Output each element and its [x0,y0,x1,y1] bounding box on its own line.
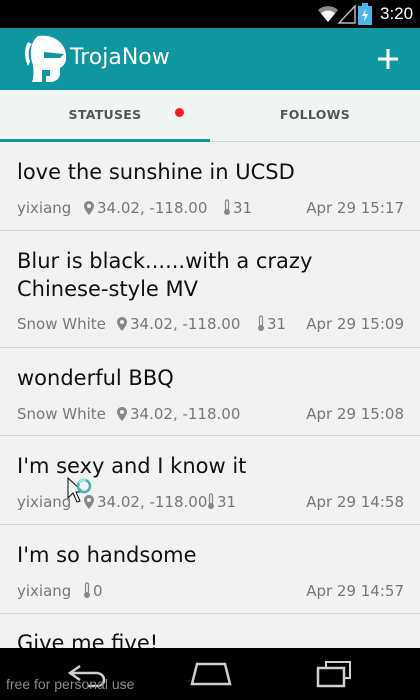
status-item[interactable]: I'm so handsome yixiang 0 Apr 29 14:57 [0,525,420,614]
location-pin-icon [117,407,127,421]
status-meta: Snow White 34.02, -118.00 Apr 29 15:08 [17,405,407,427]
clock: 3:20 [380,4,414,23]
tab-bar: STATUSES FOLLOWS [0,90,420,142]
status-location: 34.02, -118.00 [116,315,240,333]
battery-icon [358,3,372,25]
status-text: love the sunshine in UCSD [17,160,295,184]
status-item[interactable]: Blur is black......with a crazy Chinese-… [0,231,420,348]
status-text: I'm so handsome [17,543,197,567]
plus-icon[interactable] [372,43,404,75]
status-location: 34.02, -118.00 [83,199,207,217]
recent-apps-icon[interactable] [314,660,354,688]
status-item[interactable]: I'm sexy and I know it yixiang 34.02, -1… [0,436,420,525]
status-author: Snow White [17,315,106,333]
status-list[interactable]: love the sunshine in UCSD yixiang 34.02,… [0,142,420,674]
tab-statuses-label: STATUSES [68,107,142,122]
status-author: yixiang [17,199,72,217]
home-icon[interactable] [189,660,233,688]
notification-dot [175,108,184,117]
status-time: Apr 29 14:58 [306,493,404,511]
status-meta: yixiang 0 Apr 29 14:57 [17,582,407,604]
status-bar: 3:20 [0,0,420,28]
status-time: Apr 29 15:17 [306,199,404,217]
status-location: 34.02, -118.00 [116,405,240,423]
status-temperature: 31 [257,315,286,333]
status-meta: yixiang 34.02, -118.00 31 Apr 29 15:17 [17,199,407,221]
thermometer-icon [258,315,264,331]
status-author: Snow White [17,405,106,423]
watermark: free for personal use [6,676,135,692]
status-author: yixiang [17,582,72,600]
location-pin-icon [117,317,127,331]
status-location: 34.02, -118.00 [83,493,207,511]
status-temperature: 31 [207,493,236,511]
status-time: Apr 29 15:09 [306,315,404,333]
thermometer-icon [224,199,230,215]
status-author: yixiang [17,493,72,511]
tab-follows[interactable]: FOLLOWS [210,90,420,142]
signal-icon [338,4,356,24]
status-time: Apr 29 14:57 [306,582,404,600]
tab-statuses[interactable]: STATUSES [0,90,210,142]
status-temperature: 0 [83,582,103,600]
app-title: TrojaNow [70,45,170,70]
location-pin-icon [84,201,94,215]
mouse-cursor-icon [67,476,92,503]
status-meta: Snow White 34.02, -118.00 31 Apr 29 15:0… [17,315,407,337]
trojan-helmet-logo-icon[interactable] [20,32,70,86]
tab-follows-label: FOLLOWS [279,107,351,122]
wifi-icon [318,6,338,22]
status-item[interactable]: love the sunshine in UCSD yixiang 34.02,… [0,142,420,231]
status-text: Blur is black......with a crazy Chinese-… [17,249,313,301]
status-item[interactable]: wonderful BBQ Snow White 34.02, -118.00 … [0,348,420,436]
status-text: wonderful BBQ [17,366,174,390]
app-screen: 3:20 TrojaNow STATUSES FOLLOWS love the … [0,0,420,700]
thermometer-icon [208,493,214,509]
navigation-bar [0,648,420,700]
thermometer-icon [84,582,90,598]
status-time: Apr 29 15:08 [306,405,404,423]
action-bar: TrojaNow [0,28,420,90]
status-temperature: 31 [223,199,252,217]
